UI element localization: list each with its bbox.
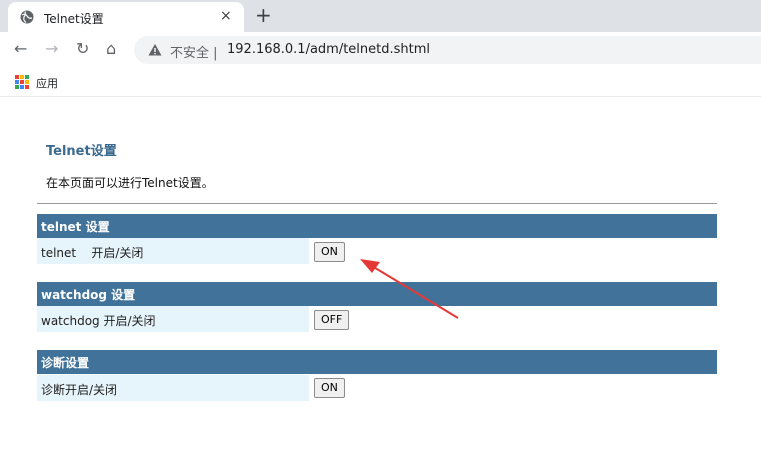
annotation-arrow xyxy=(360,259,459,319)
